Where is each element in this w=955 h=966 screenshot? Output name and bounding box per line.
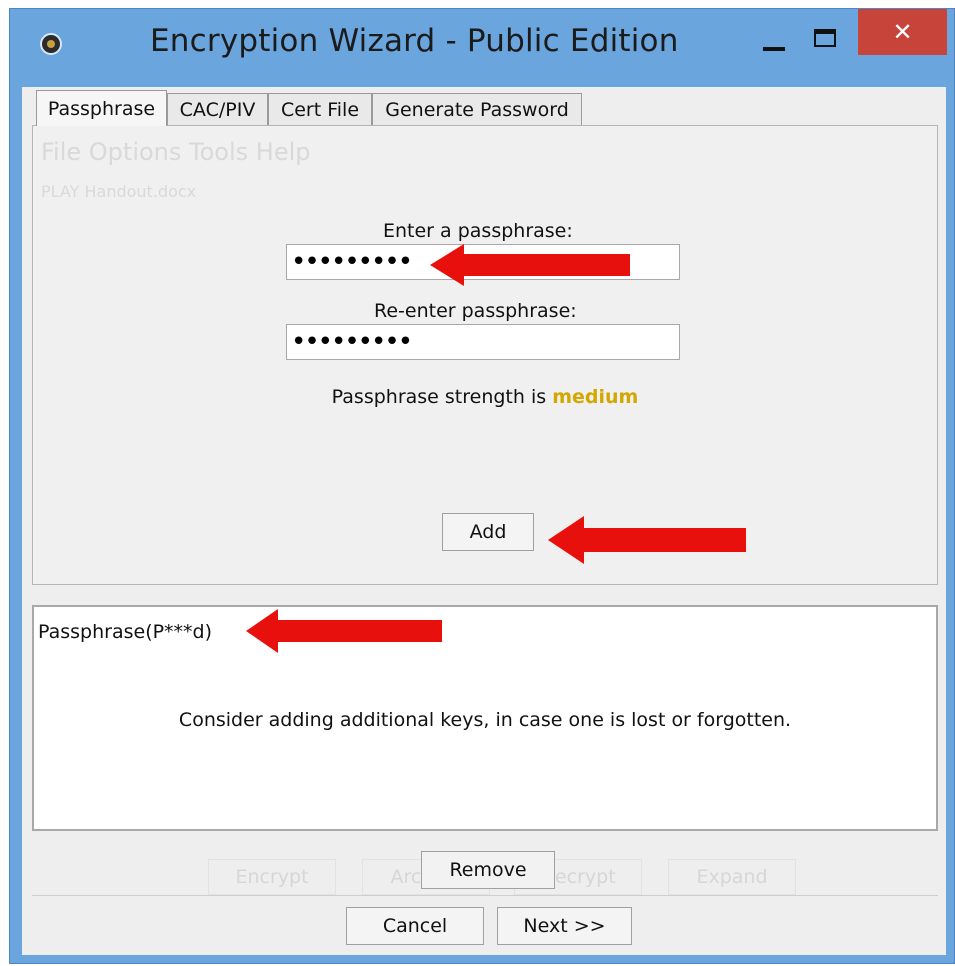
- red-arrow-icon: [430, 244, 630, 286]
- close-icon[interactable]: ✕: [858, 9, 947, 55]
- enter-passphrase-label: Enter a passphrase:: [383, 220, 573, 242]
- wizard-client-area: Passphrase CAC/PIV Cert File Generate Pa…: [22, 87, 946, 955]
- keys-list[interactable]: Passphrase(P***d) Consider adding additi…: [32, 605, 938, 831]
- ghost-menu-text: File Options Tools Help: [41, 138, 311, 166]
- add-button[interactable]: Add: [442, 513, 534, 551]
- keys-hint-text: Consider adding additional keys, in case…: [178, 709, 792, 731]
- divider: [32, 895, 938, 896]
- ghost-file-name: PLAY Handout.docx: [41, 182, 197, 201]
- window-title: Encryption Wizard - Public Edition: [150, 23, 679, 59]
- cancel-button[interactable]: Cancel: [346, 907, 484, 945]
- ghost-expand-button: Expand: [668, 859, 796, 895]
- next-button[interactable]: Next >>: [497, 907, 632, 945]
- red-arrow-icon: [246, 609, 442, 653]
- ghost-encrypt-button: Encrypt: [208, 859, 336, 895]
- reenter-passphrase-label: Re-enter passphrase:: [374, 300, 577, 322]
- tab-cac-piv[interactable]: CAC/PIV: [167, 93, 268, 125]
- tab-cert-file[interactable]: Cert File: [268, 93, 372, 125]
- tab-generate-password[interactable]: Generate Password: [372, 93, 582, 125]
- title-bar: Encryption Wizard - Public Edition ✕: [10, 9, 954, 85]
- list-item[interactable]: Passphrase(P***d): [38, 621, 212, 643]
- tab-passphrase[interactable]: Passphrase: [36, 90, 167, 126]
- strength-prefix: Passphrase strength is: [331, 386, 553, 408]
- reenter-passphrase-input[interactable]: •••••••••: [286, 324, 680, 360]
- maximize-icon[interactable]: [812, 25, 842, 53]
- strength-message: Passphrase strength is medium: [33, 386, 937, 408]
- passphrase-panel: File Options Tools Help PLAY Handout.doc…: [32, 125, 938, 585]
- minimize-icon[interactable]: [756, 27, 790, 57]
- encryption-wizard-window: Encryption Wizard - Public Edition ✕ Pas…: [9, 8, 955, 964]
- strength-value: medium: [552, 386, 639, 408]
- red-arrow-icon: [548, 516, 746, 564]
- remove-button[interactable]: Remove: [421, 851, 555, 889]
- app-icon[interactable]: [40, 33, 62, 55]
